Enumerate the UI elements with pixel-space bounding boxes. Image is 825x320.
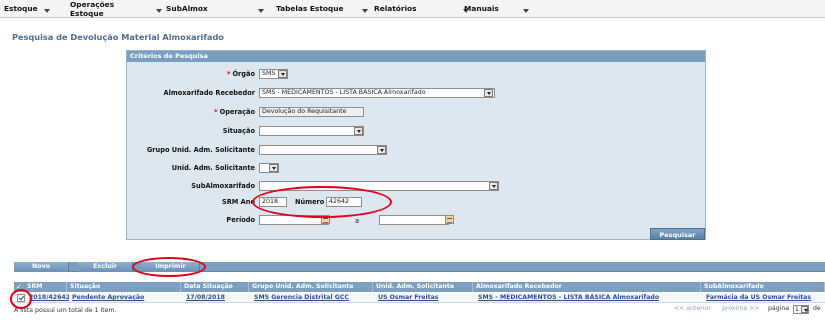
srm-ano-label: SRM Ano [221,198,255,206]
menu-estoque[interactable]: Estoque [0,0,66,18]
col-header-subalmoxarifado[interactable]: SubAlmoxarifado [702,282,825,292]
chevron-down-icon [269,164,278,172]
unid-adm-select[interactable] [259,163,279,173]
grupo-unid-label: Grupo Unid. Adm. Solicitante [146,146,255,154]
periodo-separator: a [355,217,360,225]
table-row[interactable]: 2018/42642 Pendente Aprovação 17/08/2018… [14,293,825,303]
page-select[interactable]: 1 [793,305,809,314]
chevron-down-icon [354,127,363,135]
chevron-down-icon [484,89,493,97]
chevron-down-icon [489,182,498,190]
chevron-down-icon [257,8,264,13]
grupo-unid-select[interactable] [259,145,387,155]
search-button[interactable]: Pesquisar [650,228,705,240]
periodo-label: Período [226,216,255,224]
col-header-data-situacao[interactable]: Data Situação [182,282,249,292]
periodo-end-input[interactable] [379,215,449,225]
cell-unid-adm[interactable]: US Osmar Freitas [376,293,473,303]
criteria-heading: Critérios de Pesquisa [127,51,705,62]
top-menu-bar: Estoque Operações Estoque SubAlmox Tabel… [0,0,825,18]
excluir-button[interactable]: Excluir [78,262,133,272]
list-summary: A lista possui um total de 1 item. [14,307,117,314]
chevron-down-icon [278,70,287,78]
next-page-link[interactable]: próxima >> [722,305,759,312]
col-header-grupo-unid[interactable]: Grupo Unid. Adm. Solicitante [250,282,373,292]
menu-manuais[interactable]: Manuais [460,0,540,18]
search-criteria-panel: Critérios de Pesquisa * Órgão SMS Almoxar… [126,50,706,240]
menu-operacoes-estoque[interactable]: Operações Estoque [66,0,162,18]
subalmoxarifado-label: SubAlmoxarifado [191,182,255,190]
cell-situacao[interactable]: Pendente Aprovação [70,293,181,303]
col-header-unid-adm[interactable]: Unid. Adm. Solicitante [374,282,473,292]
orgao-select[interactable]: SMS [259,69,288,79]
annotation-ellipse-checkbox [10,289,32,309]
operacao-select[interactable]: Devolução do Requisitante [259,107,364,117]
chevron-down-icon [361,8,368,13]
col-header-srm[interactable]: SRM [25,282,67,292]
page-total-label: de [813,305,821,312]
menu-tabelas-estoque[interactable]: Tabelas Estoque [272,0,370,18]
results-table-header: ✓ SRM Situação Data Situação Grupo Unid.… [14,282,825,292]
operacao-label: * Operação [214,108,255,116]
chevron-down-icon [801,306,808,313]
cell-grupo-unid[interactable]: SMS Gerencia Distrital GCC [252,293,373,303]
cell-subalmoxarifado[interactable]: Farmácia da US Osmar Freitas [704,293,825,303]
chevron-down-icon [522,8,529,13]
situacao-select[interactable] [259,126,364,136]
unid-adm-label: Unid. Adm. Solicitante [171,164,255,172]
almoxarifado-recebedor-select[interactable]: SMS - MEDICAMENTOS - LISTA BÁSICA Almoxa… [259,88,495,98]
cell-almoxarifado-recebedor[interactable]: SMS - MEDICAMENTOS - LISTA BÁSICA Almoxa… [476,293,701,303]
col-header-almoxarifado-recebedor[interactable]: Almoxarifado Recebedor [474,282,701,292]
annotation-ellipse-srm [252,186,392,218]
menu-relatorios[interactable]: Relatórios [370,0,469,18]
previous-page-link[interactable]: << anterior [674,305,711,312]
almoxarifado-recebedor-label: Almoxarifado Recebedor [163,89,255,97]
situacao-label: Situação [222,127,255,135]
page-title: Pesquisa de Devolução Material Almoxarif… [12,32,224,42]
novo-button[interactable]: Novo [14,262,69,272]
calendar-icon[interactable] [445,215,454,224]
orgao-label: * Órgão [226,70,255,78]
cell-srm[interactable]: 2018/42642 [27,293,69,303]
col-header-situacao[interactable]: Situação [68,282,181,292]
chevron-down-icon [377,146,386,154]
page-label: página [768,305,790,312]
cell-data-situacao[interactable]: 17/08/2018 [184,293,249,303]
menu-subalmox[interactable]: SubAlmox [162,0,272,18]
chevron-down-icon [43,8,50,13]
annotation-ellipse-imprimir [132,257,206,277]
